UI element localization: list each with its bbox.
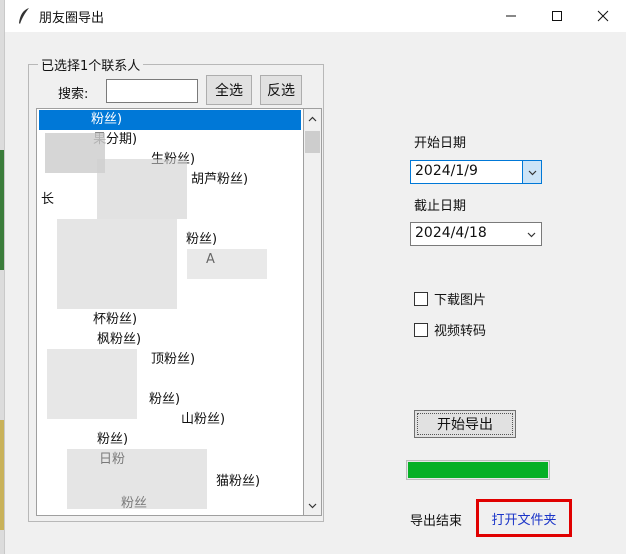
video-transcode-checkbox[interactable] — [414, 322, 428, 337]
start-export-button[interactable]: 开始导出 — [414, 410, 516, 438]
open-folder-link[interactable]: 打开文件夹 — [476, 499, 572, 537]
progress-fill — [408, 462, 548, 478]
chevron-down-icon[interactable] — [522, 223, 541, 245]
chevron-down-icon[interactable] — [522, 161, 541, 183]
start-date-value: 2024/1/9 — [415, 163, 478, 179]
end-date-select[interactable]: 2024/4/18 — [410, 222, 542, 246]
window-title: 朋友圈导出 — [39, 11, 105, 26]
list-item[interactable]: 枫粉丝) — [39, 330, 301, 350]
chevron-up-icon[interactable] — [308, 115, 317, 124]
maximize-icon — [552, 11, 562, 21]
close-icon — [597, 10, 609, 22]
download-images-label: 下载图片 — [434, 293, 487, 308]
search-input[interactable] — [106, 79, 198, 103]
contact-list-scrollbar[interactable] — [304, 108, 322, 516]
blur-overlay — [47, 349, 137, 419]
download-images-checkbox[interactable] — [414, 291, 428, 306]
start-date-select[interactable]: 2024/1/9 — [410, 160, 542, 184]
export-progress-bar — [406, 460, 550, 480]
contacts-group-label: 已选择1个联系人 — [38, 55, 144, 74]
list-item[interactable]: 杯粉丝) — [39, 310, 301, 330]
blur-overlay — [187, 249, 267, 279]
end-date-value: 2024/4/18 — [415, 225, 487, 241]
video-transcode-label: 视频转码 — [434, 324, 487, 339]
download-images-option[interactable]: 下载图片 — [414, 289, 486, 308]
end-date-label: 截止日期 — [414, 199, 467, 214]
blur-overlay — [57, 219, 177, 309]
start-date-label: 开始日期 — [414, 136, 467, 151]
minimize-button[interactable] — [488, 0, 534, 32]
contact-list[interactable]: 粉丝) 果分期) 生粉丝) 胡芦粉丝) 长 粉丝) A 杯粉丝) 枫粉丝) 顶粉… — [36, 108, 304, 516]
search-label: 搜索: — [58, 87, 89, 102]
list-item[interactable]: 粉丝) — [39, 110, 301, 130]
video-transcode-option[interactable]: 视频转码 — [414, 320, 486, 339]
list-item[interactable]: 粉丝) — [39, 430, 301, 450]
scrollbar-thumb[interactable] — [305, 131, 320, 153]
blur-overlay — [45, 133, 105, 173]
blur-overlay — [67, 449, 207, 509]
select-all-button[interactable]: 全选 — [206, 75, 252, 105]
invert-selection-button[interactable]: 反选 — [260, 75, 302, 105]
title-bar: 朋友圈导出 — [5, 0, 626, 32]
export-status: 导出结束 — [410, 514, 463, 529]
maximize-button[interactable] — [534, 0, 580, 32]
blur-overlay — [97, 159, 187, 219]
feather-icon — [19, 8, 29, 24]
close-button[interactable] — [580, 0, 626, 32]
chevron-down-icon[interactable] — [308, 501, 317, 510]
minimize-icon — [506, 15, 516, 17]
